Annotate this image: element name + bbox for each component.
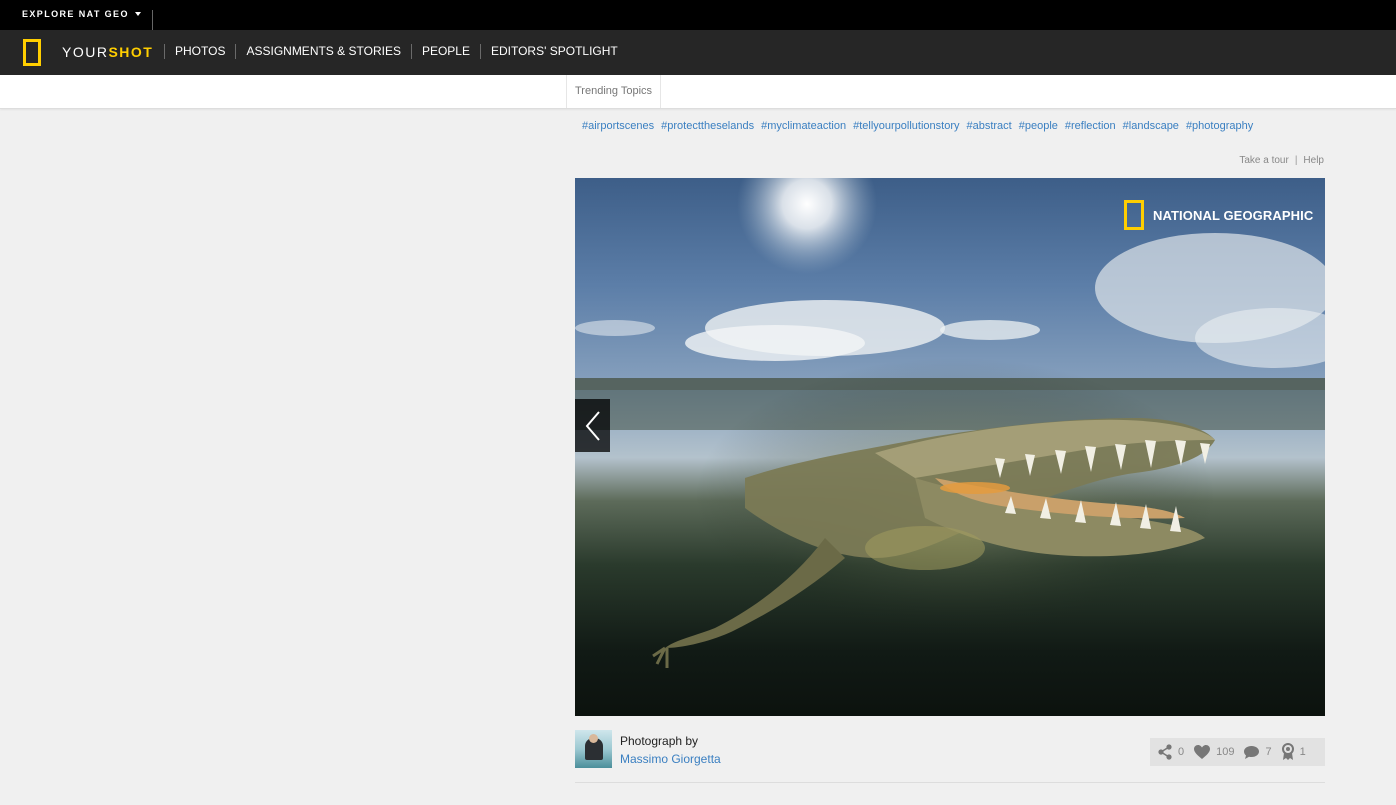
- national-geographic-watermark: NATIONAL GEOGRAPHIC: [1124, 200, 1313, 230]
- comment-icon: [1244, 745, 1260, 759]
- crocodile-photo-illustration: [575, 178, 1325, 668]
- hashtag-link[interactable]: #tellyourpollutionstory: [853, 120, 959, 132]
- share-button[interactable]: 0: [1157, 744, 1184, 760]
- featured-photo[interactable]: [575, 178, 1325, 716]
- comment-button[interactable]: 7: [1243, 745, 1272, 760]
- like-count: 109: [1216, 746, 1235, 758]
- caret-down-icon: [134, 11, 141, 16]
- nav-assignments-stories[interactable]: ASSIGNMENTS & STORIES: [235, 44, 410, 59]
- brand-shot: SHOT: [108, 44, 154, 60]
- heart-icon: [1194, 745, 1211, 759]
- hashtag-link[interactable]: #protecttheselands: [661, 120, 754, 132]
- explore-nat-geo-menu[interactable]: EXPLORE NAT GEO: [22, 9, 141, 19]
- sub-header: [0, 75, 1396, 109]
- photo-credit: Photograph by Massimo Giorgetta: [575, 730, 721, 768]
- nat-geo-frame-icon: [1124, 200, 1144, 230]
- divider: [152, 10, 153, 30]
- hashtag-link[interactable]: #abstract: [966, 120, 1011, 132]
- award-ribbon-icon: [1281, 743, 1294, 760]
- avatar[interactable]: [575, 730, 612, 768]
- photo-stats: 0 109 7 1: [1150, 738, 1325, 766]
- hashtag-link[interactable]: #airportscenes: [582, 120, 654, 132]
- chevron-left-icon: [585, 410, 600, 441]
- author-link[interactable]: Massimo Giorgetta: [620, 752, 721, 766]
- hashtag-link[interactable]: #reflection: [1065, 120, 1116, 132]
- help-links: Take a tour | Help: [1239, 155, 1324, 166]
- brand-your: YOUR: [62, 44, 109, 60]
- explore-label: EXPLORE NAT GEO: [22, 9, 129, 19]
- like-button[interactable]: 109: [1193, 744, 1234, 760]
- hashtag-link[interactable]: #photography: [1186, 120, 1253, 132]
- nav-editors-spotlight[interactable]: EDITORS' SPOTLIGHT: [479, 44, 628, 59]
- nav-photos[interactable]: PHOTOS: [164, 44, 235, 59]
- watermark-text: NATIONAL GEOGRAPHIC: [1153, 207, 1314, 223]
- nav-people[interactable]: PEOPLE: [410, 44, 480, 59]
- trending-topics-label: Trending Topics: [566, 75, 662, 108]
- photograph-by-label: Photograph by: [620, 734, 699, 748]
- comment-count: 7: [1265, 746, 1272, 758]
- help-link[interactable]: Help: [1303, 155, 1324, 166]
- take-a-tour-link[interactable]: Take a tour: [1239, 155, 1288, 166]
- hashtag-link[interactable]: #landscape: [1123, 120, 1179, 132]
- hashtag-list: #airportscenes #protecttheselands #mycli…: [582, 120, 1253, 132]
- share-icon: [1158, 744, 1172, 760]
- divider: [575, 782, 1325, 783]
- hashtag-link[interactable]: #myclimateaction: [761, 120, 846, 132]
- award-count: 1: [1299, 746, 1306, 758]
- your-shot-nav: YOURSHOT PHOTOS ASSIGNMENTS & STORIES PE…: [0, 30, 1396, 75]
- share-count: 0: [1178, 746, 1185, 758]
- previous-photo-button[interactable]: [575, 399, 610, 452]
- separator: |: [1294, 155, 1298, 166]
- primary-nav: PHOTOS ASSIGNMENTS & STORIES PEOPLE EDIT…: [164, 44, 628, 59]
- global-header: EXPLORE NAT GEO: [0, 0, 1396, 30]
- nat-geo-logo-icon[interactable]: [23, 39, 41, 66]
- award-button[interactable]: 1: [1281, 743, 1306, 761]
- your-shot-logo[interactable]: YOURSHOT: [62, 44, 153, 60]
- hashtag-link[interactable]: #people: [1019, 120, 1058, 132]
